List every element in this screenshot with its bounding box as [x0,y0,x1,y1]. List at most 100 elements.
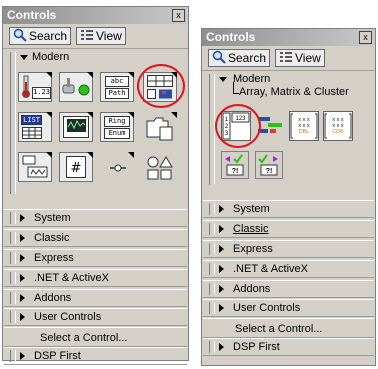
ring-enum-icon[interactable]: Ring Enum [100,112,134,142]
containers-icon[interactable] [143,112,177,142]
view-button[interactable]: View [275,49,325,67]
expand-arrow-icon [20,254,25,262]
graph-icon[interactable] [59,112,93,142]
numeric-control-icon[interactable]: 1.23 [18,72,52,102]
expand-arrow-icon [20,313,25,321]
category-user-controls[interactable]: User Controls [203,299,374,317]
category-label: Express [34,252,74,264]
category-addons[interactable]: Addons [4,289,187,307]
search-label: Search [228,51,267,65]
expand-arrow-icon [219,285,224,293]
category-label: DSP First [34,350,81,362]
grip [10,272,16,284]
grip [10,232,16,244]
highlight-circle [215,104,261,148]
toggle-switch-icon [62,78,75,94]
breadcrumb: Array, Matrix & Cluster [239,86,349,98]
submenu-arrow-icon [128,112,134,118]
close-button[interactable]: x [172,9,185,22]
view-list-icon [81,30,93,40]
expand-arrow-icon [219,245,224,253]
palette-titlebar[interactable]: Controls x [3,7,188,24]
category-classic[interactable]: Classic [4,229,187,247]
grip [10,311,16,323]
list-table-icon[interactable]: LIST [18,112,52,142]
check-arrow-icon: ?! [225,154,244,176]
variant-to-data-icon[interactable]: ?! [221,151,249,179]
search-button[interactable]: Search [208,49,270,67]
matrix-icon[interactable]: x x xx x x DBL [289,111,319,141]
expand-arrow-icon[interactable] [219,77,227,82]
check-arrow-reverse-icon: ?! [258,154,278,176]
category-label: User Controls [34,311,102,323]
expand-arrow-icon [219,265,224,273]
matrix-dbl-icon: x x xx x xDBL [290,113,318,139]
category-label: .NET & ActiveX [34,272,109,284]
category-classic[interactable]: Classic [203,220,374,238]
list-label: LIST [21,115,42,125]
expand-arrow-icon [20,234,25,242]
grip [209,283,215,295]
close-icon[interactable]: x [363,32,368,42]
category-express[interactable]: Express [4,249,187,267]
modern-section: Modern Array, Matrix & Cluster 1 2 3 123 x … [203,72,374,187]
category-dsp-first[interactable]: DSP First [4,347,187,365]
table-icon [22,127,42,139]
expand-arrow-icon [20,352,25,360]
section-divider [209,74,215,185]
matrix-cdb-icon: x x xx x xCDB [324,113,352,139]
search-icon [13,28,27,42]
category-label: Express [233,243,273,255]
modern-section: Modern 1.23 abc Path LIST Ring Enum # [4,50,187,198]
led-icon [78,84,90,96]
category-user-controls[interactable]: User Controls [4,308,187,326]
view-button[interactable]: View [76,27,126,45]
ring-label: Ring [104,116,130,127]
expand-arrow-icon [219,304,224,312]
category-addons[interactable]: Addons [203,280,374,298]
waveform-chart-icon [63,116,89,138]
grip [10,350,16,362]
complex-matrix-icon[interactable]: x x xx x x CDB [323,111,353,141]
category-express[interactable]: Express [203,240,374,258]
controls-palette-left: Controls x Search View Modern 1.23 abc P… [2,6,189,365]
category-label: System [233,203,270,215]
close-button[interactable]: x [359,31,372,44]
submenu-arrow-icon [87,72,93,78]
select-label: Select a Control... [40,332,128,344]
modern-label: Modern [32,51,70,63]
category-dotnet-activex[interactable]: .NET & ActiveX [4,269,187,287]
data-to-variant-icon[interactable]: ?! [255,151,283,179]
select-a-control[interactable]: Select a Control... [4,327,187,347]
select-a-control[interactable]: Select a Control... [203,318,374,338]
submenu-arrow-icon [87,112,93,118]
expand-arrow-icon[interactable] [20,55,28,60]
category-label: DSP First [233,341,280,353]
svg-text:DBL: DBL [299,129,310,135]
decorations-icon[interactable] [143,152,177,182]
category-dsp-first[interactable]: DSP First [203,338,374,356]
category-system[interactable]: System [203,200,374,218]
submenu-arrow-icon [87,152,93,158]
category-dotnet-activex[interactable]: .NET & ActiveX [203,260,374,278]
search-button[interactable]: Search [9,27,71,45]
boolean-control-icon[interactable] [59,72,93,102]
expand-arrow-icon [219,205,224,213]
view-list-icon [280,52,292,62]
palette-titlebar[interactable]: Controls x [202,29,375,46]
palette-toolbar: Search View [3,24,188,49]
close-icon[interactable]: x [176,10,181,20]
view-label: View [96,29,122,43]
submenu-arrow-icon [46,112,52,118]
grip [10,212,16,224]
category-label: System [34,212,71,224]
expand-arrow-icon [219,225,224,233]
variant-class-icon[interactable] [100,152,134,182]
io-icon[interactable] [18,152,52,182]
expand-arrow-icon [219,343,224,351]
refnum-icon[interactable]: # [59,152,93,182]
string-path-icon[interactable]: abc Path [100,72,134,102]
expand-arrow-icon [20,214,25,222]
category-system[interactable]: System [4,209,187,227]
grip [10,252,16,264]
